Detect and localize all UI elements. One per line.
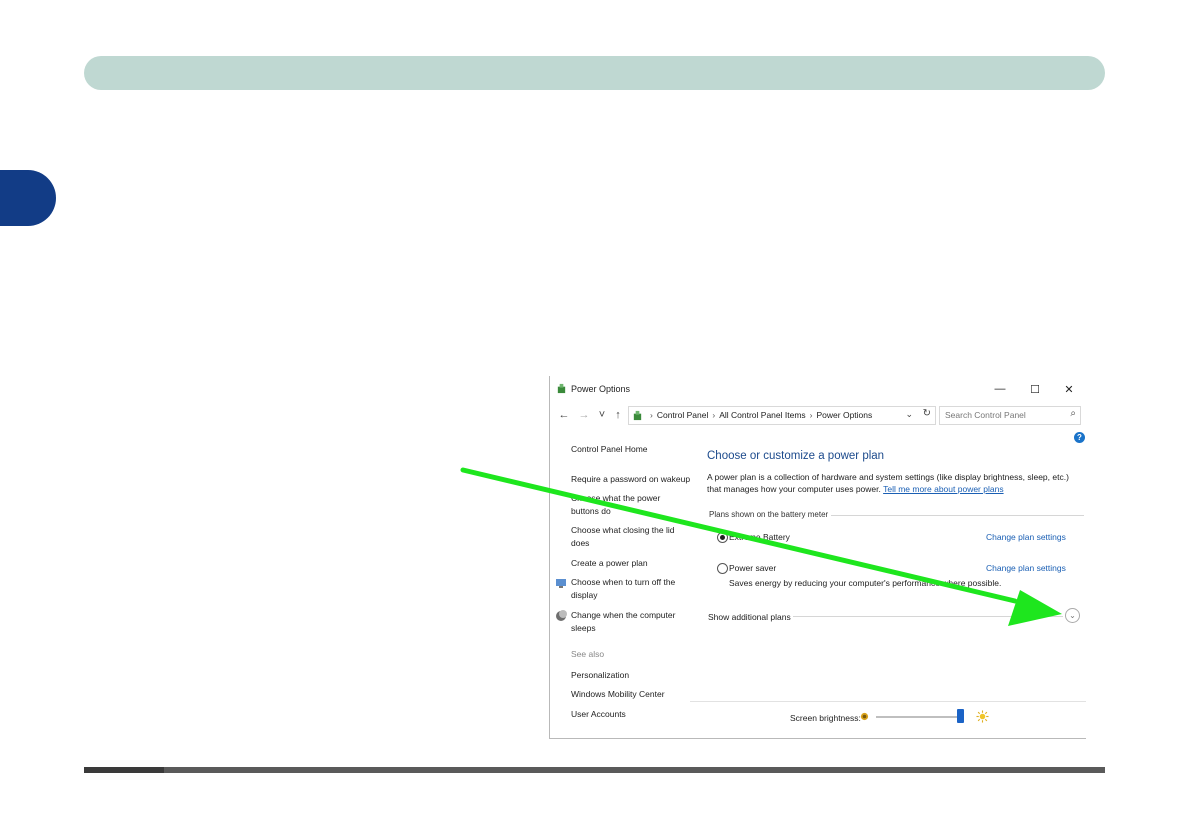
screen-brightness-label: Screen brightness: <box>790 713 861 723</box>
brightness-divider <box>690 701 1086 702</box>
display-icon <box>556 579 566 588</box>
window-title: Power Options <box>571 384 631 394</box>
learn-more-link[interactable]: Tell me more about power plans <box>883 484 1003 494</box>
group-divider <box>831 515 1084 516</box>
sidebar-item-power-buttons[interactable]: Choose what the power buttons do <box>571 492 661 518</box>
page-header-bar <box>84 56 1105 90</box>
brightness-high-icon <box>976 710 989 723</box>
see-also-label: See also <box>571 649 605 659</box>
main-panel: ? Choose or customize a power plan A pow… <box>707 376 1086 738</box>
forward-icon[interactable]: → <box>577 408 591 422</box>
sidebar-item-personalization[interactable]: Personalization <box>571 669 691 682</box>
plan-radio-power-saver[interactable] <box>717 563 728 574</box>
footer-rule <box>84 767 1105 773</box>
sidebar-item-turn-off-display[interactable]: Choose when to turn off the display <box>571 576 681 602</box>
control-panel-icon <box>633 410 642 421</box>
brightness-slider[interactable] <box>876 716 964 718</box>
additional-plans-divider <box>793 616 1063 617</box>
brightness-low-icon <box>860 712 869 721</box>
breadcrumb-separator: › <box>650 410 653 420</box>
recent-locations-icon[interactable]: ˅ <box>595 408 609 422</box>
sidebar-item-require-password[interactable]: Require a password on wakeup <box>571 473 691 486</box>
power-saver-description: Saves energy by reducing your computer's… <box>729 578 1002 588</box>
sidebar-item-computer-sleeps[interactable]: Change when the computer sleeps <box>571 609 681 635</box>
sidebar-item-closing-lid[interactable]: Choose what closing the lid does <box>571 524 681 550</box>
chapter-tab <box>0 170 56 226</box>
help-icon[interactable]: ? <box>1074 432 1085 443</box>
plan-description: A power plan is a collection of hardware… <box>707 472 1085 495</box>
sidebar-item-create-plan[interactable]: Create a power plan <box>571 557 691 570</box>
power-options-window: Power Options — ☐ ✕ ← → ˅ ↑ › Control Pan… <box>549 376 1086 739</box>
brightness-slider-thumb[interactable] <box>956 709 964 723</box>
page-title: Choose or customize a power plan <box>707 450 885 462</box>
breadcrumb-control-panel[interactable]: Control Panel <box>657 410 709 420</box>
show-additional-plans-label[interactable]: Show additional plans <box>708 612 791 622</box>
plan-radio-extreme-battery[interactable] <box>717 532 728 543</box>
sidebar-item-user-accounts[interactable]: User Accounts <box>571 708 691 721</box>
sidebar-item-mobility-center[interactable]: Windows Mobility Center <box>571 688 691 701</box>
sidebar-item-control-panel-home[interactable]: Control Panel Home <box>571 443 691 456</box>
power-options-icon <box>557 383 566 394</box>
change-plan-settings-link-extreme[interactable]: Change plan settings <box>986 532 1066 542</box>
up-icon[interactable]: ↑ <box>611 408 625 422</box>
sleep-icon <box>556 610 567 621</box>
plan-name-power-saver[interactable]: Power saver <box>729 563 776 573</box>
chevron-down-icon[interactable]: ⌄ <box>1065 608 1080 623</box>
plan-name-extreme-battery[interactable]: Extreme Battery <box>729 532 790 542</box>
back-icon[interactable]: ← <box>557 408 571 422</box>
change-plan-settings-link-saver[interactable]: Change plan settings <box>986 563 1066 573</box>
battery-meter-group-label: Plans shown on the battery meter <box>709 510 829 519</box>
